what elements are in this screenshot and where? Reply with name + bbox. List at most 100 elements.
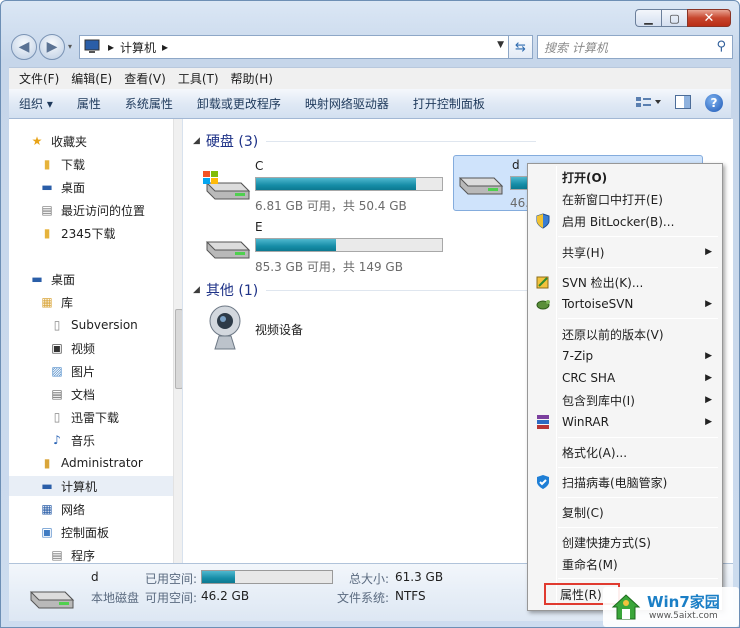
library-icon: ▦	[41, 295, 53, 309]
menu-view[interactable]: 查看(V)	[124, 70, 166, 87]
menu-file[interactable]: 文件(F)	[19, 70, 59, 87]
control-panel-icon: ▣	[41, 525, 53, 539]
map-network-drive-button[interactable]: 映射网络驱动器	[305, 95, 389, 112]
sidebar-item-videos[interactable]: ▣ 视频	[49, 338, 95, 358]
preview-pane-icon[interactable]	[675, 94, 691, 112]
menu-item-share[interactable]: 共享(H) ▶	[530, 241, 720, 263]
search-icon[interactable]: ⚲	[716, 39, 726, 54]
webcam-icon	[209, 305, 241, 350]
menu-separator	[558, 236, 718, 237]
menu-item-winrar[interactable]: WinRAR ▶	[530, 411, 720, 433]
sidebar-item-administrator[interactable]: ▮ Administrator	[39, 453, 143, 473]
forward-button[interactable]: ▶	[39, 34, 65, 60]
menu-help[interactable]: 帮助(H)	[231, 70, 273, 87]
organize-button[interactable]: 组织 ▾	[19, 95, 53, 112]
command-bar: 组织 ▾ 属性 系统属性 卸载或更改程序 映射网络驱动器 打开控制面板 ?	[9, 89, 731, 119]
sidebar-item-label: 最近访问的位置	[61, 203, 146, 218]
sidebar-item-favorites[interactable]: ★ 收藏夹	[29, 131, 87, 151]
back-button[interactable]: ◀	[11, 34, 37, 60]
menu-item-label: 7-Zip	[562, 349, 594, 363]
sidebar-item-programs[interactable]: ▤ 程序	[49, 545, 95, 563]
hard-drive-icon	[205, 241, 251, 259]
sidebar-item-subversion[interactable]: ▯ Subversion	[49, 315, 138, 335]
collapse-triangle-icon[interactable]: ◢	[193, 285, 200, 295]
video-icon: ▣	[51, 341, 63, 355]
navigation-scrollbar[interactable]	[173, 119, 182, 563]
menu-item-create-shortcut[interactable]: 创建快捷方式(S)	[530, 531, 720, 553]
programs-icon: ▤	[51, 548, 63, 562]
menu-item-rename[interactable]: 重命名(M)	[530, 553, 720, 575]
menu-item-copy[interactable]: 复制(C)	[530, 501, 720, 523]
drive-c[interactable]: C 6.81 GB 可用，共 50.4 GB	[201, 159, 451, 219]
menu-item-7zip[interactable]: 7-Zip ▶	[530, 345, 720, 367]
close-button[interactable]: ✕	[687, 9, 731, 27]
sidebar-item-label: 桌面	[51, 272, 76, 287]
sidebar-item-pictures[interactable]: ▨ 图片	[49, 361, 95, 381]
menu-item-tortoisesvn[interactable]: TortoiseSVN ▶	[530, 293, 720, 315]
menu-tools[interactable]: 工具(T)	[178, 70, 219, 87]
menu-item-crc-sha[interactable]: CRC SHA ▶	[530, 367, 720, 389]
sidebar-item-documents[interactable]: ▤ 文档	[49, 384, 95, 404]
sidebar-item-desktop-fav[interactable]: ▬ 桌面	[39, 177, 85, 197]
system-properties-button[interactable]: 系统属性	[125, 95, 173, 112]
hard-drive-icon	[29, 591, 75, 609]
used-space-fill	[202, 571, 235, 583]
menu-edit[interactable]: 编辑(E)	[71, 70, 112, 87]
sidebar-item-label: 程序	[71, 548, 96, 563]
sidebar-item-libraries[interactable]: ▦ 库	[39, 292, 73, 312]
sidebar-item-desktop[interactable]: ▬ 桌面	[29, 269, 75, 289]
sidebar-item-thunder-downloads[interactable]: ▯ 迅雷下载	[49, 407, 119, 427]
search-input[interactable]: 搜索 计算机 ⚲	[537, 35, 733, 59]
menu-item-label: 还原以前的版本(V)	[562, 327, 664, 342]
document-icon: ▤	[51, 387, 63, 401]
menu-item-label: 扫描病毒(电脑管家)	[562, 475, 668, 490]
sidebar-item-label: 图片	[71, 364, 96, 379]
sidebar-item-network[interactable]: ▦ 网络	[39, 499, 85, 519]
minimize-button[interactable]: ▁	[635, 9, 661, 27]
sidebar-item-music[interactable]: ♪ 音乐	[49, 430, 95, 450]
menu-item-open-new-window[interactable]: 在新窗口中打开(E)	[530, 188, 720, 210]
menu-item-bitlocker[interactable]: 启用 BitLocker(B)...	[530, 210, 720, 232]
sidebar-item-label: 文档	[71, 387, 96, 402]
menu-item-open[interactable]: 打开(O)	[530, 166, 720, 188]
video-device[interactable]: 视频设备	[205, 303, 405, 355]
doc-icon: ▯	[53, 410, 61, 424]
scrollbar-thumb[interactable]	[175, 309, 182, 389]
group-header-hard-disks[interactable]: ◢ 硬盘 (3)	[193, 131, 537, 151]
sidebar-item-label: 桌面	[61, 180, 86, 195]
menu-item-format[interactable]: 格式化(A)...	[530, 441, 720, 463]
menu-item-include-in-library[interactable]: 包含到库中(I) ▶	[530, 389, 720, 411]
address-bar[interactable]: ▸ 计算机 ▸ ▼	[79, 35, 509, 59]
sidebar-item-downloads[interactable]: ▮ 下载	[39, 154, 85, 174]
menu-item-svn-checkout[interactable]: SVN 检出(K)...	[530, 271, 720, 293]
drive-e[interactable]: E 85.3 GB 可用，共 149 GB	[201, 220, 451, 280]
back-arrow-icon: ◀	[18, 39, 30, 55]
breadcrumb-separator[interactable]: ▸	[108, 40, 114, 54]
help-icon[interactable]: ?	[705, 94, 723, 112]
refresh-button[interactable]: ⇆	[509, 35, 533, 59]
address-dropdown-icon[interactable]: ▼	[497, 40, 504, 50]
watermark-url: www.5aixt.com	[649, 611, 718, 621]
submenu-arrow-icon: ▶	[705, 417, 712, 427]
breadcrumb-computer[interactable]: 计算机	[120, 39, 156, 56]
menu-item-scan-virus[interactable]: 扫描病毒(电脑管家)	[530, 471, 720, 493]
submenu-arrow-icon: ▶	[705, 299, 712, 309]
properties-button[interactable]: 属性	[77, 95, 101, 112]
menu-item-label: CRC SHA	[562, 371, 616, 385]
recent-pages-chevron-icon[interactable]: ▾	[68, 42, 72, 51]
svn-checkout-icon	[534, 273, 552, 291]
menu-item-label: 在新窗口中打开(E)	[562, 192, 663, 207]
collapse-triangle-icon[interactable]: ◢	[193, 136, 200, 146]
uninstall-program-button[interactable]: 卸载或更改程序	[197, 95, 281, 112]
maximize-button[interactable]: ▢	[661, 9, 687, 27]
menu-item-restore-versions[interactable]: 还原以前的版本(V)	[530, 323, 720, 345]
sidebar-item-computer[interactable]: ▬ 计算机	[9, 476, 173, 496]
breadcrumb-separator[interactable]: ▸	[162, 40, 168, 54]
group-header-other[interactable]: ◢ 其他 (1)	[193, 280, 537, 300]
tortoise-icon	[534, 295, 552, 313]
open-control-panel-button[interactable]: 打开控制面板	[413, 95, 485, 112]
sidebar-item-control-panel[interactable]: ▣ 控制面板	[39, 522, 109, 542]
sidebar-item-recent[interactable]: ▤ 最近访问的位置	[39, 200, 145, 220]
change-view-icon[interactable]	[635, 95, 661, 112]
sidebar-item-2345-downloads[interactable]: ▮ 2345下载	[39, 223, 116, 243]
